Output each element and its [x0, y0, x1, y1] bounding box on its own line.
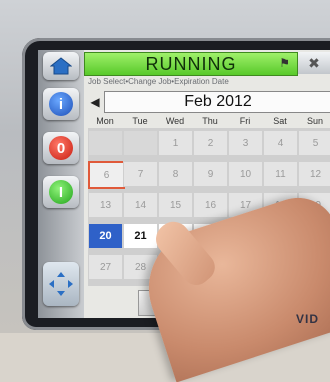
day-cell-13[interactable]: 13 — [88, 192, 123, 218]
day-cell-2[interactable]: 2 — [193, 130, 228, 156]
day-cell-16[interactable]: 16 — [193, 192, 228, 218]
day-cell-1[interactable]: 1 — [158, 130, 193, 156]
tools-button[interactable]: ✖ — [298, 52, 330, 74]
day-cell-9[interactable]: 9 — [193, 161, 228, 187]
info-button[interactable]: i — [43, 88, 79, 120]
arrows-icon — [49, 272, 73, 296]
day-cell-12[interactable]: 12 — [298, 161, 330, 187]
weekday-label: Sun — [306, 116, 323, 126]
weekday-header: Mon Tue Wed Thu Fri Sat Sun — [88, 116, 330, 128]
left-arrow-icon: ◀ — [90, 95, 100, 109]
left-button-column: i 0 I — [38, 50, 84, 318]
previous-month-button[interactable]: ◀ — [88, 93, 102, 111]
day-cell-8[interactable]: 8 — [158, 161, 193, 187]
day-cell-27[interactable]: 27 — [88, 254, 123, 280]
printer-device: i 0 I RUNNING ⚑ ✖ Job Select•Change Job•… — [0, 0, 330, 382]
month-title: Feb 2012 — [104, 91, 330, 113]
day-cell-15[interactable]: 15 — [158, 192, 193, 218]
home-button[interactable] — [43, 52, 79, 80]
day-cell-4[interactable]: 4 — [263, 130, 298, 156]
brand-logo: VID — [296, 312, 320, 326]
month-selector: ◀ Feb 2012 — [88, 91, 330, 113]
day-cell-6[interactable]: 6 — [88, 161, 125, 189]
run-button[interactable]: I — [43, 176, 79, 208]
day-cell-11[interactable]: 11 — [263, 161, 298, 187]
day-cell-5[interactable]: 5 — [298, 130, 330, 156]
wrench-icon: ✖ — [308, 54, 320, 71]
day-cell-3[interactable]: 3 — [228, 130, 263, 156]
status-bar: RUNNING ⚑ — [84, 52, 298, 76]
weekday-label: Tue — [132, 116, 148, 126]
weekday-label: Wed — [165, 116, 185, 126]
run-label: I — [58, 183, 64, 201]
home-icon — [50, 57, 72, 75]
status-text: RUNNING — [145, 53, 237, 74]
weekday-label: Fri — [239, 116, 251, 126]
stop-icon: 0 — [49, 136, 73, 160]
breadcrumb-text: Job Select•Change Job•Expiration Date — [88, 77, 229, 86]
day-cell-21[interactable]: 21 — [123, 223, 158, 249]
weekday-label: Sat — [273, 116, 287, 126]
day-cell-20[interactable]: 20 — [88, 223, 123, 249]
empty-day-cell — [88, 130, 123, 156]
day-cell-7[interactable]: 7 — [123, 161, 158, 187]
day-cell-10[interactable]: 10 — [228, 161, 263, 187]
info-icon: i — [49, 92, 73, 116]
weekday-label: Mon — [96, 116, 114, 126]
stop-label: 0 — [56, 139, 66, 157]
navigation-button[interactable] — [43, 262, 79, 306]
breadcrumb: Job Select•Change Job•Expiration Date — [88, 77, 328, 89]
weekday-label: Thu — [202, 116, 218, 126]
empty-day-cell — [123, 130, 158, 156]
run-icon: I — [49, 180, 73, 204]
warning-flag-icon: ⚑ — [279, 56, 291, 70]
day-cell-14[interactable]: 14 — [123, 192, 158, 218]
stop-button[interactable]: 0 — [43, 132, 79, 164]
